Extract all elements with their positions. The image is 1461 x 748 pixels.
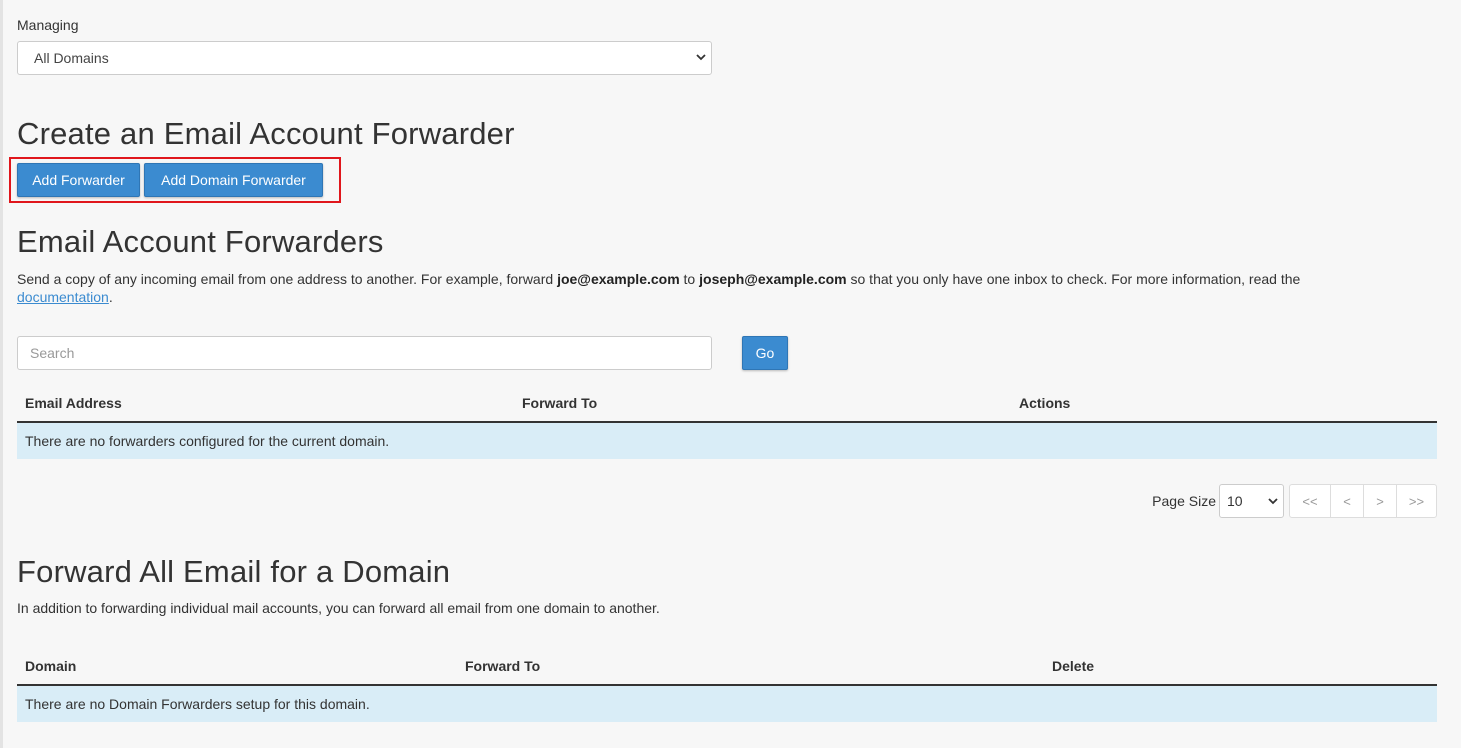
page-size-value: 10: [1227, 493, 1243, 509]
column-actions: Actions: [1019, 395, 1071, 411]
first-page-button[interactable]: <<: [1290, 485, 1330, 517]
column-delete: Delete: [1052, 658, 1095, 674]
table-header: Email Address Forward To Actions: [17, 386, 1437, 423]
documentation-link[interactable]: documentation: [17, 289, 109, 305]
add-forwarder-button[interactable]: Add Forwarder: [17, 163, 140, 197]
page-size-select[interactable]: 10: [1219, 484, 1284, 518]
forwarders-table: Email Address Forward To Actions There a…: [17, 386, 1437, 459]
chevron-down-icon: [696, 54, 706, 61]
go-button[interactable]: Go: [742, 336, 788, 370]
domain-forwarders-table: Domain Forward To Delete There are no Do…: [17, 649, 1437, 722]
last-page-button[interactable]: >>: [1396, 485, 1436, 517]
column-email-address[interactable]: Email Address: [25, 395, 122, 411]
page: Managing All Domains Create an Email Acc…: [0, 0, 1461, 748]
create-forwarder-heading: Create an Email Account Forwarder: [17, 116, 515, 151]
forward-domain-heading: Forward All Email for a Domain: [17, 554, 451, 589]
column-forward-to[interactable]: Forward To: [522, 395, 597, 411]
example-email-source: joe@example.com: [557, 271, 680, 287]
chevron-down-icon: [1268, 498, 1278, 505]
managing-selected-value: All Domains: [34, 50, 109, 66]
next-page-button[interactable]: >: [1363, 485, 1396, 517]
table-header: Domain Forward To Delete: [17, 649, 1437, 686]
page-size-label: Page Size: [1152, 493, 1216, 509]
empty-forwarders-row: There are no forwarders configured for t…: [17, 423, 1437, 459]
empty-domain-forwarders-row: There are no Domain Forwarders setup for…: [17, 686, 1437, 722]
email-forwarders-heading: Email Account Forwarders: [17, 224, 384, 259]
search-input[interactable]: [17, 336, 712, 370]
column-forward-to[interactable]: Forward To: [465, 658, 540, 674]
managing-label: Managing: [17, 17, 79, 33]
forwarders-description: Send a copy of any incoming email from o…: [17, 271, 1301, 305]
managing-domain-select[interactable]: All Domains: [17, 41, 712, 75]
previous-page-button[interactable]: <: [1330, 485, 1363, 517]
pagination: Page Size 10 << < > >>: [1152, 484, 1437, 518]
column-domain[interactable]: Domain: [25, 658, 76, 674]
domain-forward-description: In addition to forwarding individual mai…: [17, 600, 660, 616]
pagination-buttons: << < > >>: [1289, 484, 1437, 518]
add-domain-forwarder-button[interactable]: Add Domain Forwarder: [144, 163, 323, 197]
example-email-target: joseph@example.com: [699, 271, 847, 287]
